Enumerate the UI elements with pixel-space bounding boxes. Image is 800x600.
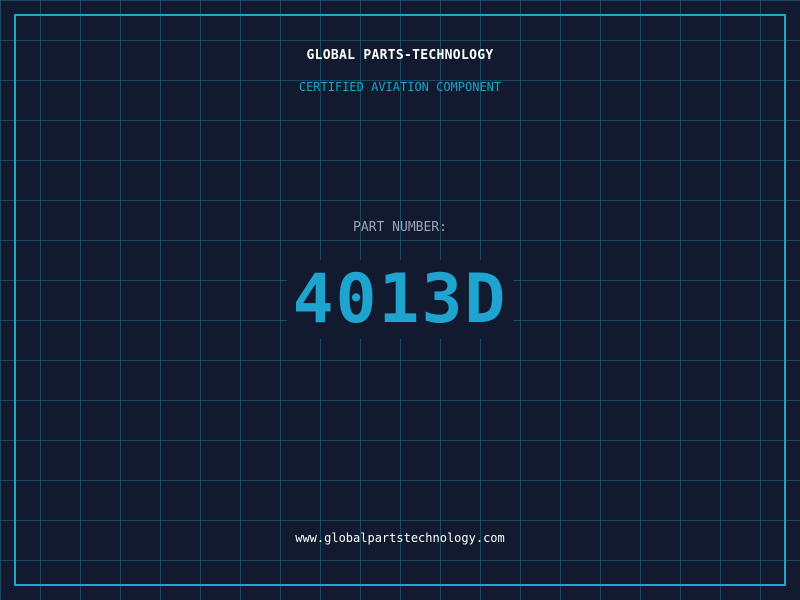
part-number-label: PART NUMBER: [353, 220, 447, 235]
part-number-value-wrapper: 4013D [0, 260, 800, 339]
company-name: GLOBAL PARTS-TECHNOLOGY [306, 48, 494, 63]
certification-tagline: CERTIFIED AVIATION COMPONENT [298, 80, 502, 94]
part-number-value: 4013D [286, 260, 514, 339]
part-label-card: GLOBAL PARTS-TECHNOLOGY CERTIFIED AVIATI… [0, 0, 800, 600]
website-url: www.globalpartstechnology.com [295, 531, 505, 545]
